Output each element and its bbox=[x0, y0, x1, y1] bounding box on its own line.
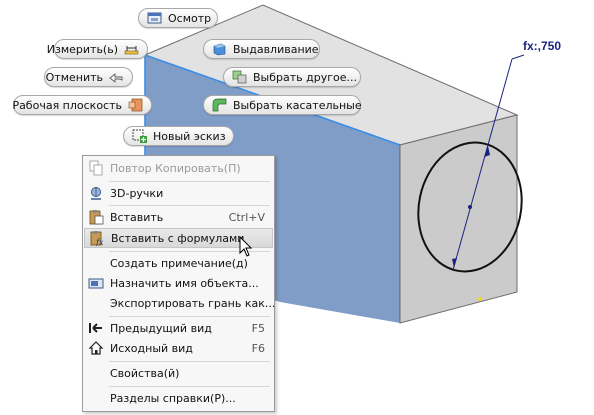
menu-separator bbox=[109, 181, 270, 182]
menu-separator bbox=[109, 386, 270, 387]
extrude-icon bbox=[212, 42, 227, 56]
menu-item-label: Разделы справки(Р)... bbox=[110, 391, 236, 405]
paste-formulas-icon: fx bbox=[89, 230, 105, 247]
menu-item-label: Повтор Копировать(П) bbox=[110, 161, 241, 175]
work-plane-button[interactable]: Рабочая плоскость bbox=[12, 95, 152, 115]
menu-separator bbox=[109, 205, 270, 206]
menu-item-properties[interactable]: Свойства(й) bbox=[84, 363, 273, 383]
menu-item-shortcut: F6 bbox=[251, 341, 265, 355]
work-plane-icon bbox=[128, 98, 143, 112]
menu-item-help-topics[interactable]: Разделы справки(Р)... bbox=[84, 388, 273, 408]
menu-item-shortcut: Ctrl+V bbox=[228, 210, 265, 224]
undo-arrow-icon bbox=[109, 70, 124, 84]
extrude-label: Выдавливание bbox=[233, 42, 319, 56]
paste-icon bbox=[88, 209, 104, 225]
menu-item-label: Предыдущий вид bbox=[110, 321, 212, 335]
inspect-label: Осмотр bbox=[168, 11, 212, 25]
menu-item-label: Создать примечание(д) bbox=[110, 256, 248, 270]
inspect-icon bbox=[147, 11, 162, 25]
inspect-button[interactable]: Осмотр bbox=[138, 8, 218, 28]
menu-item-repeat-copy[interactable]: Повтор Копировать(П) bbox=[84, 158, 273, 178]
menu-item-icon-placeholder bbox=[88, 365, 104, 381]
menu-item-label: 3D-ручки bbox=[110, 186, 164, 200]
menu-item-label: Исходный вид bbox=[110, 341, 193, 355]
context-menu: Повтор Копировать(П) 3D-ручки Вставить C… bbox=[82, 155, 275, 412]
yellow-point bbox=[478, 297, 482, 301]
measure-button[interactable]: Измерить(ь) bbox=[47, 39, 148, 59]
measure-icon bbox=[124, 42, 139, 56]
undo-label: Отменить bbox=[45, 70, 103, 84]
menu-item-previous-view[interactable]: Предыдущий вид F5 bbox=[84, 318, 273, 338]
menu-item-icon-placeholder bbox=[88, 390, 104, 406]
select-tangent-label: Выбрать касательные bbox=[233, 98, 362, 112]
undo-button[interactable]: Отменить bbox=[44, 67, 133, 87]
svg-text:fx: fx bbox=[95, 238, 104, 246]
menu-item-paste[interactable]: Вставить Ctrl+V bbox=[84, 207, 273, 227]
mouse-cursor bbox=[239, 236, 253, 257]
new-sketch-icon bbox=[132, 129, 147, 143]
menu-item-home-view[interactable]: Исходный вид F6 bbox=[84, 338, 273, 358]
measure-label: Измерить(ь) bbox=[46, 42, 118, 56]
menu-item-label: Свойства(й) bbox=[110, 366, 180, 380]
select-other-button[interactable]: Выбрать другое... bbox=[223, 67, 361, 87]
menu-item-icon-placeholder bbox=[88, 295, 104, 311]
extrude-button[interactable]: Выдавливание bbox=[203, 39, 320, 59]
menu-item-3d-grips[interactable]: 3D-ручки bbox=[84, 183, 273, 203]
3d-grips-icon bbox=[88, 185, 104, 201]
menu-item-export-face[interactable]: Экспортировать грань как... bbox=[84, 293, 276, 313]
menu-item-label: Вставить bbox=[110, 210, 164, 224]
select-other-label: Выбрать другое... bbox=[253, 70, 357, 84]
menu-item-assign-object-name[interactable]: Назначить имя объекта... bbox=[84, 273, 273, 293]
new-sketch-label: Новый эскиз bbox=[153, 129, 226, 143]
new-sketch-button[interactable]: Новый эскиз bbox=[123, 126, 234, 146]
home-view-icon bbox=[88, 340, 104, 356]
menu-item-label: Назначить имя объекта... bbox=[110, 276, 259, 290]
copy-icon bbox=[88, 160, 104, 176]
work-plane-label: Рабочая плоскость bbox=[12, 98, 122, 112]
menu-item-shortcut: F5 bbox=[251, 321, 265, 335]
select-tangent-icon bbox=[212, 98, 227, 112]
dimension-label[interactable]: fx:,750 bbox=[523, 39, 561, 53]
menu-separator bbox=[109, 316, 270, 317]
select-other-icon bbox=[232, 70, 247, 84]
name-object-icon bbox=[88, 275, 104, 291]
menu-item-icon-placeholder bbox=[88, 255, 104, 271]
circle-center-point bbox=[468, 205, 472, 209]
previous-view-icon bbox=[88, 320, 104, 336]
menu-separator bbox=[109, 361, 270, 362]
dimension-leader bbox=[511, 54, 525, 60]
select-tangent-button[interactable]: Выбрать касательные bbox=[203, 95, 362, 115]
menu-item-label: Экспортировать грань как... bbox=[110, 296, 276, 310]
